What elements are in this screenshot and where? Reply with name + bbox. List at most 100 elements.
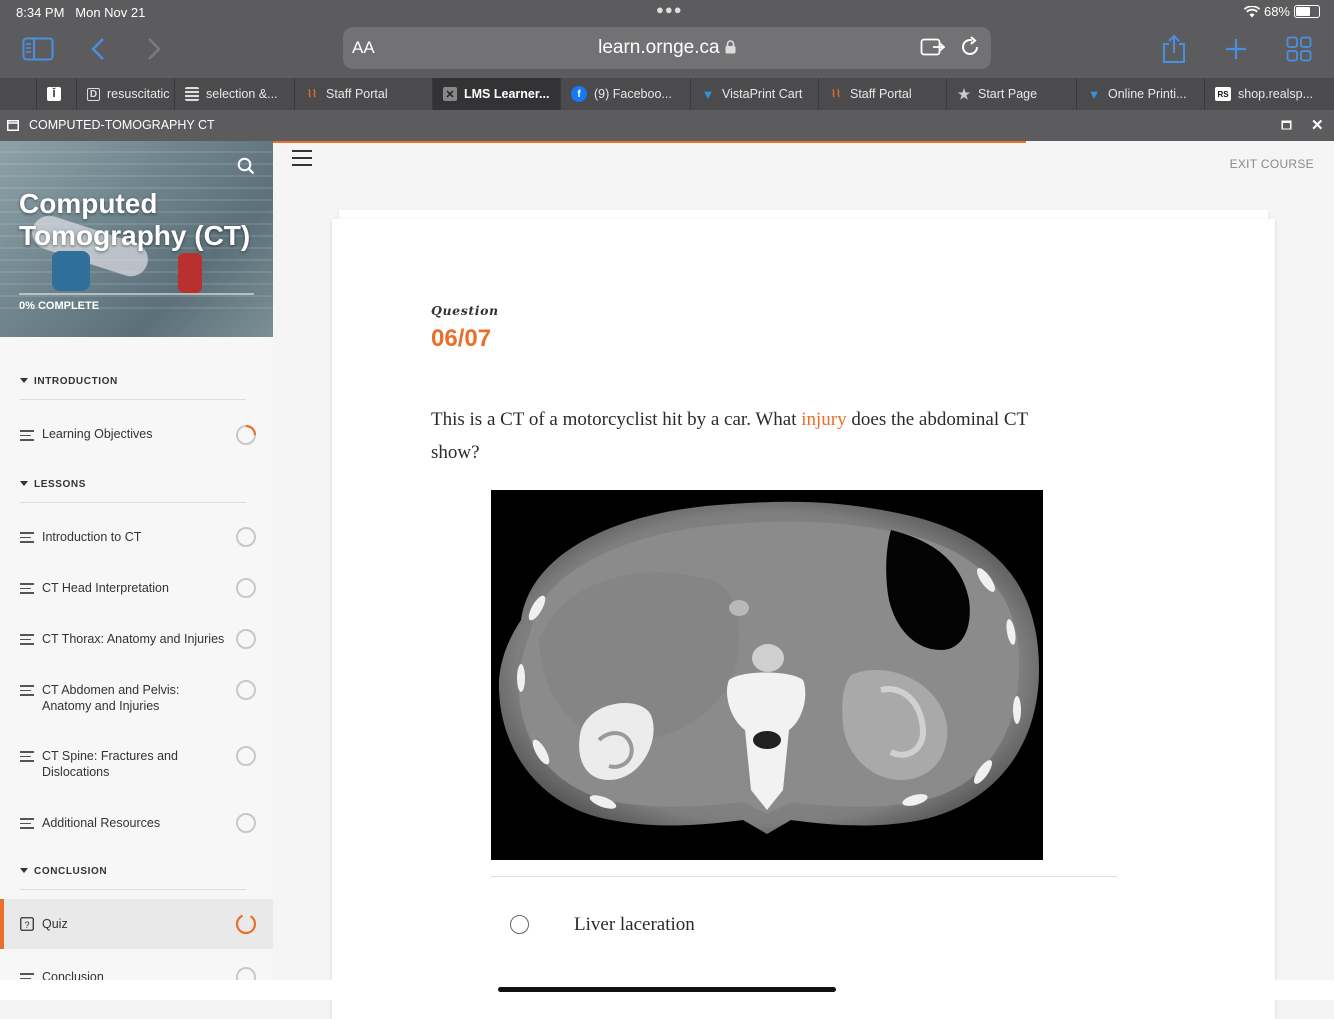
sidebar-toggle-icon[interactable]	[20, 32, 56, 66]
lesson-icon	[20, 634, 34, 648]
tab-staff-portal-2[interactable]: ⌇⌇ Staff Portal	[818, 78, 947, 110]
tab-realsp[interactable]: RS shop.realsp...	[1204, 78, 1334, 110]
lesson-progress-bar	[273, 141, 1027, 143]
lesson-icon	[20, 818, 34, 832]
tab-start-page[interactable]: ★ Start Page	[946, 78, 1077, 110]
sidebar-item-introduction-to-ct[interactable]: Introduction to CT	[0, 526, 273, 548]
lesson-icon	[20, 532, 34, 546]
progress-ring-icon	[236, 424, 257, 445]
question-label: Question	[431, 303, 499, 318]
section-label: LESSONS	[34, 479, 86, 490]
lesson-content: EXIT COURSE Question 06/07 This is a CT …	[273, 141, 1334, 1019]
battery-percent: 68%	[1263, 4, 1290, 19]
lesson-icon	[20, 430, 34, 444]
divider	[491, 876, 1117, 877]
ct-scan-image	[491, 490, 1043, 860]
progress-ring-icon	[235, 913, 257, 935]
tab-facebook[interactable]: f (9) Faceboo...	[560, 78, 691, 110]
sidebar-item-additional-resources[interactable]: Additional Resources	[0, 812, 273, 834]
sidebar-item-ct-spine[interactable]: CT Spine: Fractures and Dislocations	[0, 745, 273, 781]
tab-label: resuscitatic	[107, 87, 170, 101]
question-number: 06/07	[431, 325, 492, 352]
tab-selection[interactable]: selection &...	[174, 78, 295, 110]
sidebar-item-label: CT Thorax: Anatomy and Injuries	[42, 632, 225, 646]
browser-chrome: 8:34 PM Mon Nov 21 ●●● 68% AA learn.orng…	[0, 0, 1334, 141]
sidebar-item-ct-thorax[interactable]: CT Thorax: Anatomy and Injuries	[0, 628, 273, 650]
question-text: This is a CT of a motorcyclist hit by a …	[431, 409, 1028, 463]
active-indicator	[0, 899, 4, 949]
tab-resuscitation[interactable]: Dresuscitatic	[76, 78, 175, 110]
close-icon[interactable]: ✕	[443, 87, 457, 101]
quiz-icon: ?	[20, 917, 34, 931]
share-icon[interactable]	[1160, 32, 1188, 66]
divider	[20, 889, 246, 890]
tab-label: shop.realsp...	[1238, 87, 1314, 101]
tab-online-printing[interactable]: ▼ Online Printi...	[1076, 78, 1205, 110]
status-time: 8:34 PM Mon Nov 21	[16, 5, 146, 20]
d-logo-icon: D	[87, 87, 100, 101]
sidebar-item-ct-head[interactable]: CT Head Interpretation	[0, 577, 273, 599]
sidebar-item-label: Introduction to CT	[42, 530, 142, 544]
tab-label: Online Printi...	[1108, 87, 1187, 101]
section-conclusion[interactable]: CONCLUSION	[20, 866, 107, 877]
lesson-icon	[20, 751, 34, 765]
forward-icon[interactable]	[142, 32, 166, 66]
home-indicator[interactable]	[498, 987, 836, 992]
tab-label: Staff Portal	[326, 87, 388, 101]
site-logo-icon	[185, 87, 199, 101]
chevron-down-icon	[20, 868, 28, 873]
tab-label: Staff Portal	[850, 87, 912, 101]
vistaprint-icon: ▼	[701, 86, 715, 102]
back-icon[interactable]	[86, 32, 110, 66]
extension-icon[interactable]	[920, 36, 946, 58]
facebook-icon: f	[571, 86, 587, 102]
star-icon: ★	[957, 85, 971, 102]
menu-icon[interactable]	[292, 150, 312, 171]
incomplete-circle-icon	[236, 527, 256, 547]
ocr-icon: Ǐ	[47, 87, 61, 101]
wifi-icon	[1243, 5, 1260, 17]
tab-ocr[interactable]: Ǐ	[36, 78, 77, 110]
ornge-logo-icon: ⌇⌇	[831, 88, 841, 100]
course-title: Computed Tomography (CT)	[19, 188, 251, 251]
divider	[20, 399, 246, 400]
multitasking-dots-icon[interactable]: ●●●	[656, 2, 683, 17]
exit-course-button[interactable]: EXIT COURSE	[1230, 157, 1314, 171]
tab-overview-icon[interactable]	[1284, 32, 1314, 66]
incomplete-circle-icon	[236, 680, 256, 700]
lesson-icon	[20, 583, 34, 597]
sidebar-item-ct-abdomen[interactable]: CT Abdomen and Pelvis: Anatomy and Injuri…	[0, 679, 273, 715]
battery-fill	[1296, 7, 1310, 16]
search-icon[interactable]	[237, 157, 255, 175]
section-lessons[interactable]: LESSONS	[20, 479, 86, 490]
reload-icon[interactable]	[959, 36, 981, 58]
svg-text:?: ?	[24, 920, 29, 931]
address-bar[interactable]: AA learn.ornge.ca	[343, 27, 991, 69]
section-introduction[interactable]: INTRODUCTION	[20, 376, 118, 387]
tab-strip: Ǐ Dresuscitatic selection &... ⌇⌇ Staff P…	[0, 78, 1334, 110]
tab-vistaprint[interactable]: ▼ VistaPrint Cart	[690, 78, 819, 110]
tab-staff-portal[interactable]: ⌇⌇ Staff Portal	[294, 78, 433, 110]
sidebar-item-label: Learning Objectives	[42, 427, 153, 441]
lesson-icon	[20, 685, 34, 699]
tab-label: VistaPrint Cart	[722, 87, 803, 101]
sidebar-item-quiz[interactable]: ? Quiz	[0, 899, 273, 949]
divider	[20, 502, 246, 503]
url-text[interactable]: learn.ornge.ca	[343, 37, 991, 59]
close-window-icon[interactable]: ✕	[1311, 116, 1324, 134]
sidebar-item-label: CT Abdomen and Pelvis: Anatomy and Injuri…	[42, 683, 180, 713]
course-window-bar: COMPUTED-TOMOGRAPHY CT ✕	[0, 111, 1334, 141]
course-header: Computed Tomography (CT) 0% COMPLETE	[0, 141, 273, 337]
window-icon	[7, 120, 19, 131]
sidebar-item-learning-objectives[interactable]: Learning Objectives	[0, 424, 273, 446]
status-bar: 8:34 PM Mon Nov 21 ●●● 68%	[0, 0, 1334, 24]
maximize-icon[interactable]	[1281, 120, 1293, 131]
question-highlight: injury	[801, 409, 847, 430]
radio-button[interactable]	[510, 915, 529, 934]
tab-lms-learner[interactable]: ✕ LMS Learner...	[432, 78, 561, 110]
battery-icon	[1294, 5, 1320, 18]
vistaprint-icon: ▼	[1087, 86, 1101, 102]
tab-edge	[0, 78, 36, 110]
new-tab-icon[interactable]	[1222, 32, 1250, 66]
course-sidebar: Computed Tomography (CT) 0% COMPLETE INT…	[0, 141, 273, 1000]
